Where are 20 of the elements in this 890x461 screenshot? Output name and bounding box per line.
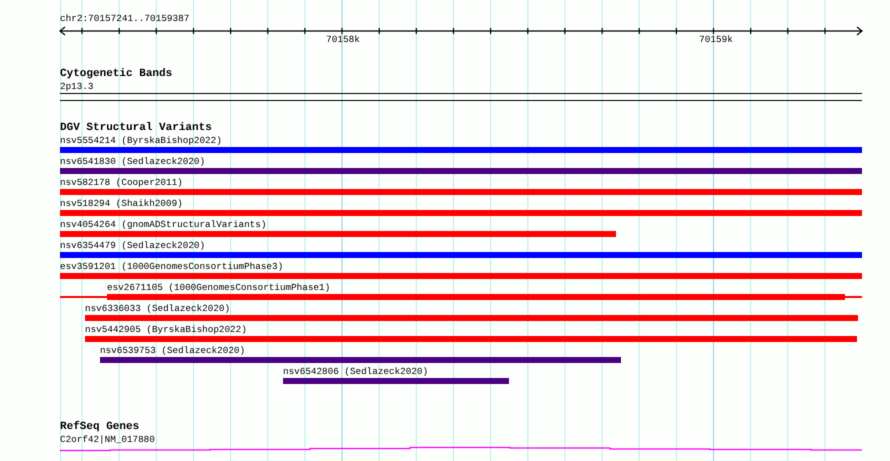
variant-label: esv2671105 (1000GenomesConsortiumPhase1): [107, 282, 330, 293]
track-title: DGV Structural Variants: [60, 122, 212, 134]
variant-label: nsv5442905 (ByrskaBishop2022): [85, 324, 247, 335]
variant-label: nsv6541830 (Sedlazeck2020): [60, 156, 206, 167]
variant-label: nsv6539753 (Sedlazeck2020): [100, 345, 246, 356]
variant-label: nsv6336033 (Sedlazeck2020): [85, 303, 230, 314]
variant-label: nsv5554214 (ByrskaBishop2022): [60, 135, 222, 146]
position-label: chr2:70157241..70159387: [60, 13, 190, 25]
gene-label: C2orf42|NM_017880: [60, 434, 155, 445]
track-title: RefSeq Genes: [60, 421, 140, 433]
variant-label: nsv582178 (Cooper2011): [60, 177, 183, 188]
variant-label: nsv4054264 (gnomADStructuralVariants): [60, 219, 266, 230]
variant-label: nsv6542806 (Sedlazeck2020): [283, 366, 428, 377]
band-label: 2p13.3: [60, 81, 94, 92]
tick-label: 70158k: [326, 34, 360, 46]
variant-label: nsv518294 (Shaikh2009): [60, 198, 183, 209]
variant-label: nsv6354479 (Sedlazeck2020): [60, 240, 206, 251]
track-title: Cytogenetic Bands: [60, 68, 172, 80]
variant-label: esv3591201 (1000GenomesConsortiumPhase3): [60, 261, 284, 272]
tick-label: 70159k: [699, 34, 733, 46]
